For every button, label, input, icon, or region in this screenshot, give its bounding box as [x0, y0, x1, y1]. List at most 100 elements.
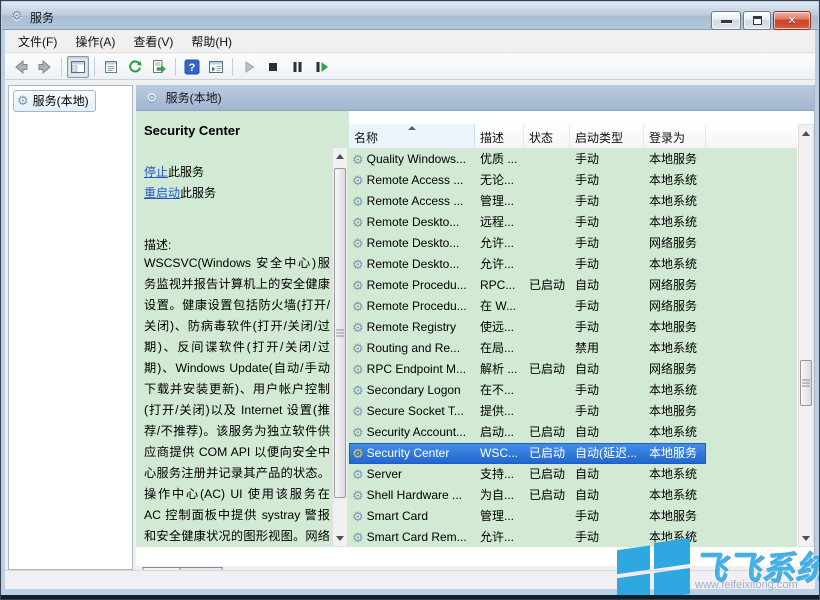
- scrollbar-thumb[interactable]: [334, 168, 346, 498]
- cell-status: 已启动: [524, 422, 570, 443]
- list-scrollbar[interactable]: [798, 124, 814, 547]
- service-row[interactable]: ⚙Secure Socket T...提供...手动本地服务: [349, 401, 797, 422]
- cell-name: ⚙Secondary Logon: [349, 380, 475, 401]
- scroll-up-arrow[interactable]: [333, 148, 347, 164]
- column-header-3[interactable]: 启动类型: [570, 124, 644, 148]
- title-bar[interactable]: ⚙ 服务 ✕: [2, 2, 818, 30]
- service-row[interactable]: ⚙Quality Windows...优质 ...手动本地服务: [349, 149, 797, 170]
- service-row[interactable]: ⚙Remote Registry使远...手动本地服务: [349, 317, 797, 338]
- service-gear-icon: ⚙: [352, 468, 364, 481]
- scroll-up-arrow[interactable]: [799, 125, 813, 141]
- cell-logon: 网络服务: [644, 296, 706, 317]
- stop-service-link[interactable]: 停止: [144, 165, 168, 179]
- service-gear-icon: ⚙: [352, 363, 364, 376]
- restart-service-link[interactable]: 重启动: [144, 186, 180, 200]
- help-icon: ?: [184, 59, 200, 75]
- show-hide-action-pane-button[interactable]: [205, 56, 227, 78]
- cell-startup: 手动: [570, 254, 644, 275]
- back-button[interactable]: [10, 56, 32, 78]
- service-name: Remote Deskto...: [367, 233, 460, 254]
- cell-startup: 手动: [570, 527, 644, 547]
- services-gear-icon: ⚙: [17, 94, 29, 107]
- service-row[interactable]: ⚙RPC Endpoint M...解析 ...已启动自动网络服务: [349, 359, 797, 380]
- service-row[interactable]: ⚙Remote Deskto...远程...手动本地系统: [349, 212, 797, 233]
- cell-status: [524, 380, 570, 401]
- back-icon: [13, 59, 29, 75]
- cell-desc: 在 W...: [475, 296, 524, 317]
- service-row[interactable]: ⚙Server支持...已启动自动本地系统: [349, 464, 797, 485]
- scroll-down-arrow[interactable]: [333, 530, 347, 546]
- pause-service-button[interactable]: [286, 56, 308, 78]
- cell-desc: 允许...: [475, 254, 524, 275]
- service-name: Remote Access ...: [367, 170, 464, 191]
- stop-service-line: 停止此服务: [144, 162, 330, 183]
- menu-item-2[interactable]: 查看(V): [124, 30, 182, 53]
- service-name: Smart Card Rem...: [367, 527, 467, 547]
- tree-item-services-local[interactable]: ⚙ 服务(本地): [13, 90, 96, 112]
- service-gear-icon: ⚙: [352, 531, 364, 544]
- service-gear-icon: ⚙: [352, 510, 364, 523]
- service-row[interactable]: ⚙Shell Hardware ...为自...已启动自动本地系统: [349, 485, 797, 506]
- column-header-2[interactable]: 状态: [524, 124, 570, 148]
- cell-logon: 本地系统: [644, 464, 706, 485]
- toolbar-separator: [94, 58, 95, 76]
- service-row[interactable]: ⚙Smart Card Rem...允许...手动本地系统: [349, 527, 797, 547]
- info-scrollbar[interactable]: [332, 147, 348, 547]
- service-row[interactable]: ⚙Remote Procedu...在 W...手动网络服务: [349, 296, 797, 317]
- start-service-button[interactable]: [238, 56, 260, 78]
- service-row[interactable]: ⚙Security Account...启动...已启动自动本地系统: [349, 422, 797, 443]
- minimize-button[interactable]: [711, 11, 741, 30]
- cell-name: ⚙Security Center: [349, 443, 475, 464]
- service-row[interactable]: ⚙Remote Access ...管理...手动本地系统: [349, 191, 797, 212]
- service-row[interactable]: ⚙Routing and Re...在局...禁用本地系统: [349, 338, 797, 359]
- service-name: Routing and Re...: [367, 338, 460, 359]
- forward-button[interactable]: [34, 56, 56, 78]
- column-header-1[interactable]: 描述: [475, 124, 524, 148]
- cell-logon: 本地系统: [644, 170, 706, 191]
- menu-item-1[interactable]: 操作(A): [66, 30, 124, 53]
- service-name: Secondary Logon: [367, 380, 461, 401]
- cell-name: ⚙Remote Access ...: [349, 191, 475, 212]
- cell-logon: 本地系统: [644, 380, 706, 401]
- service-row[interactable]: ⚙Remote Procedu...RPC...已启动自动网络服务: [349, 275, 797, 296]
- cell-desc: 启动...: [475, 422, 524, 443]
- service-row[interactable]: ⚙Secondary Logon在不...手动本地系统: [349, 380, 797, 401]
- service-name: Secure Socket T...: [367, 401, 464, 422]
- scrollbar-thumb[interactable]: [800, 360, 812, 406]
- service-name: Shell Hardware ...: [367, 485, 462, 506]
- svg-text:?: ?: [189, 62, 196, 74]
- properties-button[interactable]: [100, 56, 122, 78]
- close-button[interactable]: ✕: [773, 11, 811, 30]
- cell-desc: 在不...: [475, 380, 524, 401]
- show-hide-console-tree-button[interactable]: [67, 56, 89, 78]
- service-row[interactable]: ⚙Smart Card管理...手动本地服务: [349, 506, 797, 527]
- cell-status: 已启动: [524, 359, 570, 380]
- export-list-button[interactable]: [148, 56, 170, 78]
- cell-status: [524, 170, 570, 191]
- cell-name: ⚙Remote Deskto...: [349, 233, 475, 254]
- cell-desc: 管理...: [475, 506, 524, 527]
- stop-service-suffix: 此服务: [168, 165, 204, 179]
- help-button[interactable]: ?: [181, 56, 203, 78]
- cell-name: ⚙Remote Registry: [349, 317, 475, 338]
- service-gear-icon: ⚙: [352, 489, 364, 502]
- service-row[interactable]: ⚙Remote Access ...无论...手动本地系统: [349, 170, 797, 191]
- service-name: Remote Deskto...: [367, 254, 460, 275]
- menu-item-0[interactable]: 文件(F): [9, 30, 66, 53]
- restart-service-button[interactable]: [310, 56, 332, 78]
- refresh-button[interactable]: [124, 56, 146, 78]
- service-name: Security Account...: [367, 422, 466, 443]
- menu-item-3[interactable]: 帮助(H): [182, 30, 241, 53]
- stop-service-button[interactable]: [262, 56, 284, 78]
- service-row[interactable]: ⚙Remote Deskto...允许...手动网络服务: [349, 233, 797, 254]
- column-header-0[interactable]: 名称: [349, 124, 475, 148]
- service-row[interactable]: ⚙Security CenterWSC...已启动自动(延迟...本地服务: [349, 443, 706, 464]
- refresh-icon: [127, 59, 143, 75]
- service-row[interactable]: ⚙Remote Deskto...允许...手动本地系统: [349, 254, 797, 275]
- cell-startup: 自动: [570, 275, 644, 296]
- column-header-4[interactable]: 登录为: [644, 124, 706, 148]
- panel-header: ⚙ 服务(本地): [136, 85, 814, 111]
- restart-service-icon: [313, 59, 329, 75]
- scroll-down-arrow[interactable]: [799, 530, 813, 546]
- restore-button[interactable]: [743, 11, 771, 30]
